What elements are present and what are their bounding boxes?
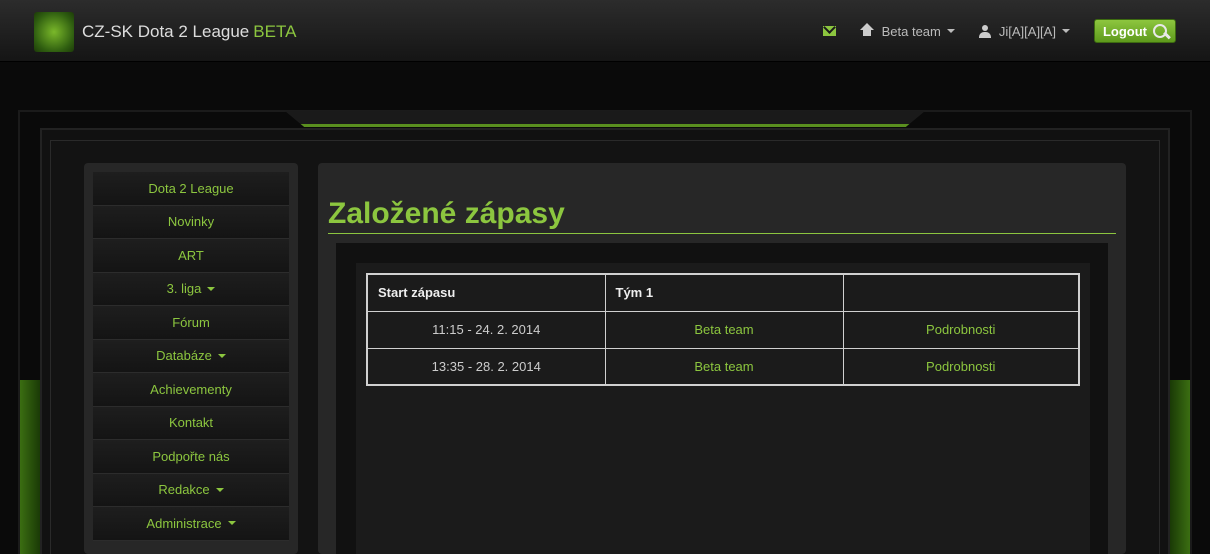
logo-icon[interactable]: [34, 12, 74, 52]
table-row: 11:15 - 24. 2. 2014 Beta team Podrobnost…: [366, 310, 1080, 349]
match-start: 11:15 - 24. 2. 2014: [366, 310, 606, 349]
logout-label: Logout: [1102, 23, 1147, 39]
frame-glow-left: [20, 380, 40, 554]
column-header-start: Start zápasu: [366, 273, 606, 312]
site-brand[interactable]: CZ-SK Dota 2 League BETA: [82, 22, 296, 42]
sidebar-item-label: Fórum: [172, 314, 210, 330]
details-link[interactable]: Podrobnosti: [842, 310, 1080, 349]
sidebar-item-forum[interactable]: Fórum: [93, 306, 289, 340]
sidebar-item-achievementy[interactable]: Achievementy: [93, 373, 289, 407]
table-row: 13:35 - 28. 2. 2014 Beta team Podrobnost…: [366, 347, 1080, 386]
matches-panel: Start zápasu Tým 1 11:15 - 24. 2. 2014 B…: [336, 243, 1108, 554]
sidebar-item-redakce[interactable]: Redakce: [93, 473, 289, 507]
sidebar-item-label: Administrace: [146, 515, 222, 531]
team-menu[interactable]: Beta team: [859, 23, 955, 39]
top-navbar: CZ-SK Dota 2 League BETA Beta team Ji[A][…: [0, 0, 1210, 62]
caret-down-icon: [946, 29, 955, 33]
team-menu-label: Beta team: [881, 23, 941, 39]
user-icon: [978, 24, 991, 38]
sidebar-item-art[interactable]: ART: [93, 239, 289, 273]
sidebar-item-label: ART: [178, 247, 204, 263]
sidebar-item-databaze[interactable]: Databáze: [93, 339, 289, 373]
sidebar-item-label: 3. liga: [166, 281, 202, 297]
matches-table: Start zápasu Tým 1 11:15 - 24. 2. 2014 B…: [366, 273, 1080, 386]
sidebar-item-label: Achievementy: [150, 381, 232, 397]
user-menu-label: Ji[A][A][A]: [998, 23, 1056, 39]
sidebar-item-podporte-nas[interactable]: Podpořte nás: [93, 440, 289, 474]
caret-down-icon: [207, 286, 216, 291]
caret-down-icon: [215, 487, 224, 492]
brand-beta: BETA: [253, 22, 297, 41]
column-header-actions: [842, 273, 1080, 312]
sidebar-item-administrace[interactable]: Administrace: [93, 507, 289, 541]
caret-down-icon: [227, 521, 236, 526]
caret-down-icon: [1061, 29, 1070, 33]
user-menu[interactable]: Ji[A][A][A]: [978, 23, 1070, 39]
page-title: Založené zápasy: [328, 197, 1116, 234]
sidebar-item-3-liga[interactable]: 3. liga: [93, 272, 289, 306]
messages-button[interactable]: [822, 26, 836, 36]
key-icon: [1153, 24, 1167, 38]
sidebar-item-dota-2-league[interactable]: Dota 2 League: [93, 172, 289, 206]
matches-panel-inner: Start zápasu Tým 1 11:15 - 24. 2. 2014 B…: [356, 263, 1090, 554]
sidebar-item-label: Redakce: [158, 482, 210, 498]
sidebar-menu: Dota 2 League Novinky ART 3. liga Fórum …: [84, 163, 298, 554]
brand-name[interactable]: CZ-SK Dota 2 League: [82, 22, 249, 41]
sidebar-item-label: Dota 2 League: [148, 180, 234, 196]
sidebar-item-label: Databáze: [156, 348, 212, 364]
team-link[interactable]: Beta team: [604, 310, 844, 349]
logout-button[interactable]: Logout: [1093, 19, 1176, 43]
sidebar-item-novinky[interactable]: Novinky: [93, 205, 289, 239]
frame-glow-right: [1170, 380, 1190, 554]
caret-down-icon: [217, 353, 226, 358]
sidebar-item-kontakt[interactable]: Kontakt: [93, 406, 289, 440]
main-content: Založené zápasy Start zápasu Tým 1 11:15…: [318, 163, 1126, 554]
frame-glow-top: [285, 111, 925, 127]
home-icon: [859, 23, 874, 37]
match-start: 13:35 - 28. 2. 2014: [366, 347, 606, 386]
sidebar-item-label: Novinky: [167, 214, 215, 230]
details-link[interactable]: Podrobnosti: [842, 347, 1080, 386]
sidebar-item-label: Podpořte nás: [152, 448, 230, 464]
mail-icon: [822, 26, 836, 36]
team-link[interactable]: Beta team: [604, 347, 844, 386]
sidebar-item-label: Kontakt: [168, 415, 214, 431]
column-header-team: Tým 1: [604, 273, 844, 312]
table-header-row: Start zápasu Tým 1: [366, 273, 1080, 312]
